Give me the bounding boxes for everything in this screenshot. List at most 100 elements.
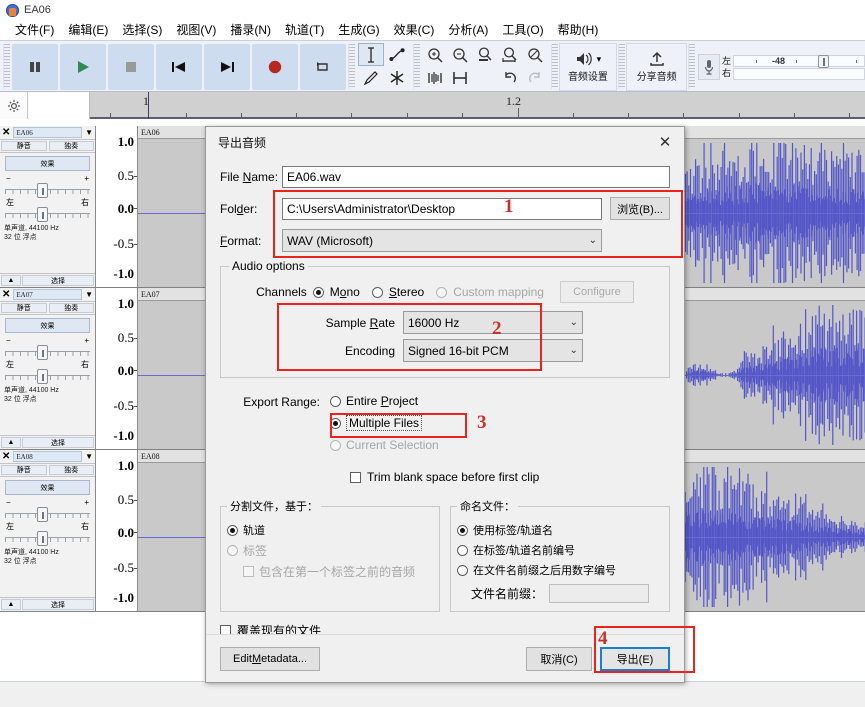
menu-effect[interactable]: 效果(C): [387, 20, 442, 40]
current-selection-option[interactable]: Current Selection: [330, 438, 439, 452]
pan-slider-thumb[interactable]: [37, 531, 48, 546]
gain-slider[interactable]: [5, 345, 90, 359]
fit-selection-button[interactable]: [473, 43, 498, 67]
chevron-down-icon[interactable]: ▼: [85, 290, 93, 299]
chevron-down-icon[interactable]: ▼: [85, 452, 93, 461]
pan-slider[interactable]: [5, 369, 90, 383]
meter-bar-left[interactable]: -48: [733, 55, 865, 67]
menu-tools[interactable]: 工具(O): [495, 20, 550, 40]
toolbar-grip-edit[interactable]: [413, 44, 420, 89]
pause-button[interactable]: [12, 44, 58, 90]
pan-slider[interactable]: [5, 207, 90, 221]
select-button[interactable]: 选择: [22, 599, 94, 610]
draw-tool[interactable]: [358, 66, 384, 89]
split-by-label-option[interactable]: 标签: [227, 542, 433, 559]
loop-button[interactable]: [300, 44, 346, 90]
format-select[interactable]: WAV (Microsoft) ⌄: [282, 229, 602, 252]
effects-button[interactable]: 效果: [5, 156, 90, 171]
menu-edit[interactable]: 编辑(E): [61, 20, 115, 40]
track-name[interactable]: EA07: [13, 289, 82, 300]
menu-generate[interactable]: 生成(G): [331, 20, 386, 40]
redo-button[interactable]: [523, 67, 548, 89]
split-by-track-option[interactable]: 轨道: [227, 522, 433, 538]
stop-button[interactable]: [108, 44, 154, 90]
trim-blank-space-row[interactable]: Trim blank space before first clip: [350, 470, 670, 484]
close-icon[interactable]: ✕: [2, 452, 10, 462]
include-before-first-label-checkbox[interactable]: [243, 566, 254, 577]
envelope-tool[interactable]: [384, 43, 410, 66]
effects-button[interactable]: 效果: [5, 480, 90, 495]
close-icon[interactable]: ✕: [650, 129, 680, 155]
browse-button[interactable]: 浏览(B)...: [610, 197, 670, 220]
zoom-toggle-button[interactable]: [523, 43, 548, 67]
multi-tool[interactable]: [384, 66, 410, 89]
cancel-button[interactable]: 取消(C): [526, 647, 592, 671]
use-label-track-name-radio[interactable]: [457, 525, 468, 536]
collapse-icon[interactable]: ▲: [1, 275, 21, 286]
audio-setup-button[interactable]: ▾ 音频设置: [559, 43, 618, 91]
menu-transport[interactable]: 播录(N): [223, 20, 278, 40]
undo-button[interactable]: [498, 67, 523, 89]
toolbar-grip-tools[interactable]: [348, 44, 355, 89]
close-icon[interactable]: ✕: [2, 128, 10, 138]
number-after-prefix-option[interactable]: 在文件名前缀之后用数字编号: [457, 562, 663, 578]
effects-button[interactable]: 效果: [5, 318, 90, 333]
stereo-radio[interactable]: [372, 287, 383, 298]
toolbar-grip-transport[interactable]: [3, 44, 10, 89]
skip-to-start-button[interactable]: [156, 44, 202, 90]
toolbar-grip-meter[interactable]: [688, 44, 695, 89]
skip-to-end-button[interactable]: [204, 44, 250, 90]
file-name-input[interactable]: [282, 166, 670, 188]
vertical-ruler[interactable]: 1.0 0.5 0.0 -0.5 -1.0: [96, 126, 138, 287]
use-label-track-name-option[interactable]: 使用标签/轨道名: [457, 522, 663, 538]
mute-button[interactable]: 静音: [1, 303, 47, 313]
share-audio-button[interactable]: 分享音频: [626, 43, 687, 91]
folder-input[interactable]: [282, 198, 602, 220]
encoding-select[interactable]: Signed 16-bit PCM ⌄: [403, 339, 583, 362]
timeline-options-button[interactable]: [0, 92, 28, 119]
record-button[interactable]: [252, 44, 298, 90]
pan-slider[interactable]: [5, 531, 90, 545]
include-before-first-label-row[interactable]: 包含在第一个标签之前的音频: [243, 563, 433, 580]
vertical-ruler[interactable]: 1.0 0.5 0.0 -0.5 -1.0: [96, 450, 138, 611]
multiple-files-radio[interactable]: [330, 418, 341, 429]
custom-mapping-radio[interactable]: [436, 287, 447, 298]
vertical-ruler[interactable]: 1.0 0.5 0.0 -0.5 -1.0: [96, 288, 138, 449]
select-button[interactable]: 选择: [22, 275, 94, 286]
solo-button[interactable]: 独奏: [49, 465, 95, 475]
zoom-in-button[interactable]: [423, 43, 448, 67]
split-by-label-radio[interactable]: [227, 545, 238, 556]
export-button[interactable]: 导出(E): [600, 647, 670, 671]
recording-meter-button[interactable]: [698, 54, 720, 80]
chevron-down-icon[interactable]: ▼: [85, 128, 93, 137]
mute-button[interactable]: 静音: [1, 465, 47, 475]
edit-metadata-button[interactable]: Edit Metadata...: [220, 647, 320, 671]
toolbar-grip-audio-setup[interactable]: [551, 44, 558, 89]
solo-button[interactable]: 独奏: [49, 141, 95, 151]
mono-radio[interactable]: [313, 287, 324, 298]
collapse-icon[interactable]: ▲: [1, 599, 21, 610]
collapse-icon[interactable]: ▲: [1, 437, 21, 448]
gain-slider[interactable]: [5, 183, 90, 197]
gain-slider-thumb[interactable]: [37, 183, 48, 198]
number-before-name-radio[interactable]: [457, 545, 468, 556]
number-before-name-option[interactable]: 在标签/轨道名前编号: [457, 542, 663, 558]
fit-project-button[interactable]: [498, 43, 523, 67]
gain-slider-thumb[interactable]: [37, 507, 48, 522]
gain-slider[interactable]: [5, 507, 90, 521]
menu-view[interactable]: 视图(V): [169, 20, 223, 40]
menu-help[interactable]: 帮助(H): [551, 20, 606, 40]
meter-slider-thumb[interactable]: [818, 55, 829, 68]
silence-audio-button[interactable]: [448, 67, 473, 89]
zoom-out-button[interactable]: [448, 43, 473, 67]
split-by-track-radio[interactable]: [227, 525, 238, 536]
selection-tool[interactable]: [358, 43, 384, 66]
solo-button[interactable]: 独奏: [49, 303, 95, 313]
mute-button[interactable]: 静音: [1, 141, 47, 151]
close-icon[interactable]: ✕: [2, 290, 10, 300]
play-button[interactable]: [60, 44, 106, 90]
number-after-prefix-radio[interactable]: [457, 565, 468, 576]
trim-audio-button[interactable]: [423, 67, 448, 89]
gain-slider-thumb[interactable]: [37, 345, 48, 360]
track-name[interactable]: EA08: [13, 451, 82, 462]
